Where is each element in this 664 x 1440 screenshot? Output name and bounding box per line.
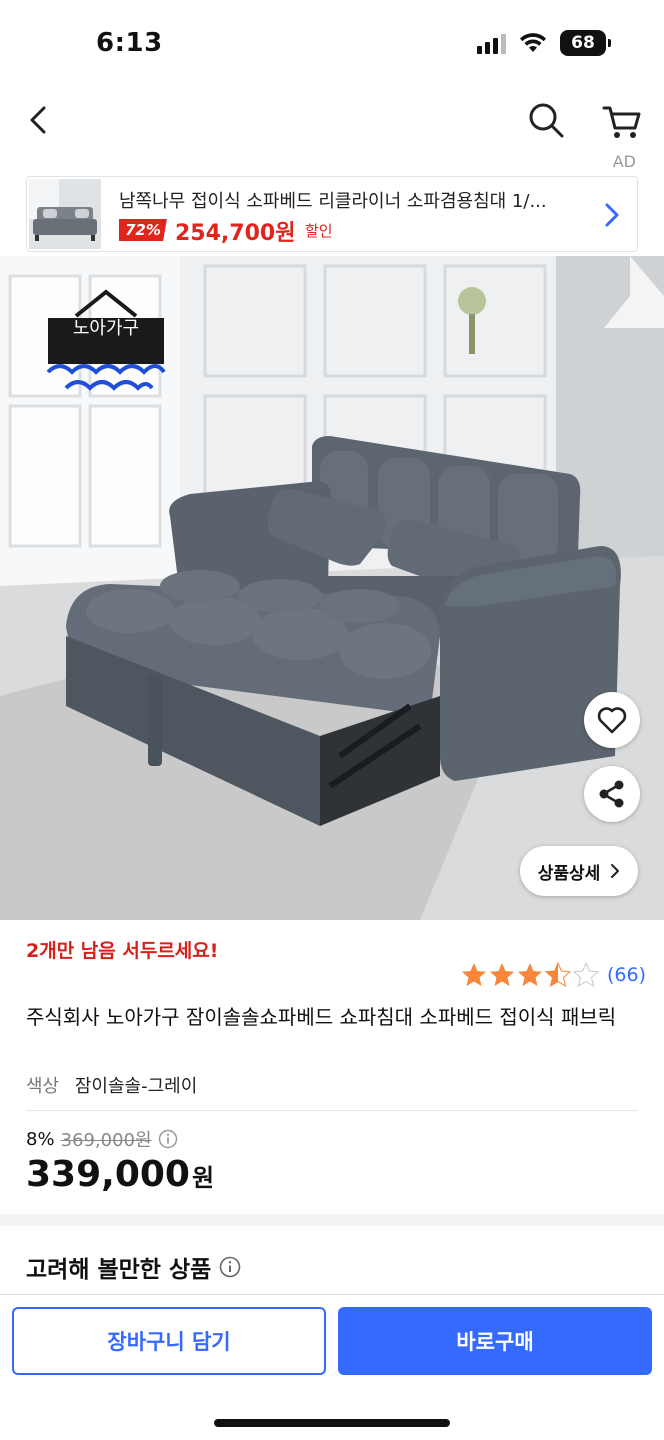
ad-price: 254,700원 [175,221,296,246]
original-price: 369,000원 [60,1130,152,1151]
share-button[interactable] [584,766,640,822]
brand-name: 노아가구 [72,318,140,339]
battery-level: 68 [571,33,595,53]
star-rating-icon [461,962,599,987]
status-bar: 6:13 68 [0,0,664,90]
recommended-section-title: 고려해 볼만한 상품 [26,1250,241,1284]
product-detail-label: 상품상세 [537,863,601,884]
ad-title: 남쪽나무 접이식 소파베드 리클라이너 소파겸용침대 1/... [119,191,547,212]
product-image[interactable]: 노아가구 상품상세 [0,256,664,920]
home-indicator[interactable] [214,1419,450,1427]
back-button[interactable] [20,98,60,142]
status-time: 6:13 [96,28,163,58]
section-separator [0,1214,664,1226]
ad-thumbnail [29,179,101,249]
bottom-action-bar: 장바구니 담기 바로구매 [0,1294,664,1440]
option-label: 색상 [26,1076,60,1097]
wishlist-button[interactable] [584,692,640,748]
info-icon[interactable] [158,1129,178,1149]
heart-icon [597,707,627,734]
option-value: 잠이솔솔-그레이 [74,1076,198,1097]
signal-icon [477,32,506,54]
share-icon [599,780,624,808]
status-icons: 68 [477,30,611,56]
stock-urgent-notice: 2개만 남음 서두르세요! [26,940,219,962]
product-name: 주식회사 노아가구 잠이솔솔쇼파베드 쇼파침대 소파베드 접이식 패브릭 [26,1005,617,1029]
info-icon[interactable] [219,1256,241,1278]
brand-logo [46,289,166,391]
cart-button[interactable] [598,98,646,142]
currency-unit: 원 [191,1164,215,1192]
battery-icon: 68 [560,30,611,56]
chevron-right-icon [605,203,619,227]
buy-now-button[interactable]: 바로구매 [338,1307,652,1375]
wifi-icon [520,33,546,52]
recommended-title-text: 고려해 볼만한 상품 [26,1257,212,1283]
original-price-row: 8% 369,000원 [26,1126,178,1152]
option-row[interactable]: 색상 잠이솔솔-그레이 [26,1072,197,1098]
add-to-cart-button[interactable]: 장바구니 담기 [12,1307,326,1375]
chevron-right-icon [611,864,620,878]
final-price-value: 339,000 [26,1154,190,1195]
search-button[interactable] [524,98,568,142]
top-nav [0,90,664,150]
chevron-left-icon [30,106,46,134]
product-detail-button[interactable]: 상품상세 [520,846,638,896]
divider [26,1110,638,1111]
rating[interactable]: (66) [461,962,646,988]
final-price: 339,000원 [26,1154,214,1195]
cart-icon [602,106,641,138]
ad-discount-badge: 72% [119,219,167,241]
ad-banner[interactable]: 남쪽나무 접이식 소파베드 리클라이너 소파겸용침대 1/... 72% 254… [26,176,638,252]
review-count[interactable]: (66) [607,964,646,986]
discount-rate: 8% [26,1128,55,1150]
ad-tag: AD [612,152,636,171]
ad-sale-label: 할인 [305,222,333,240]
search-icon [529,103,564,138]
